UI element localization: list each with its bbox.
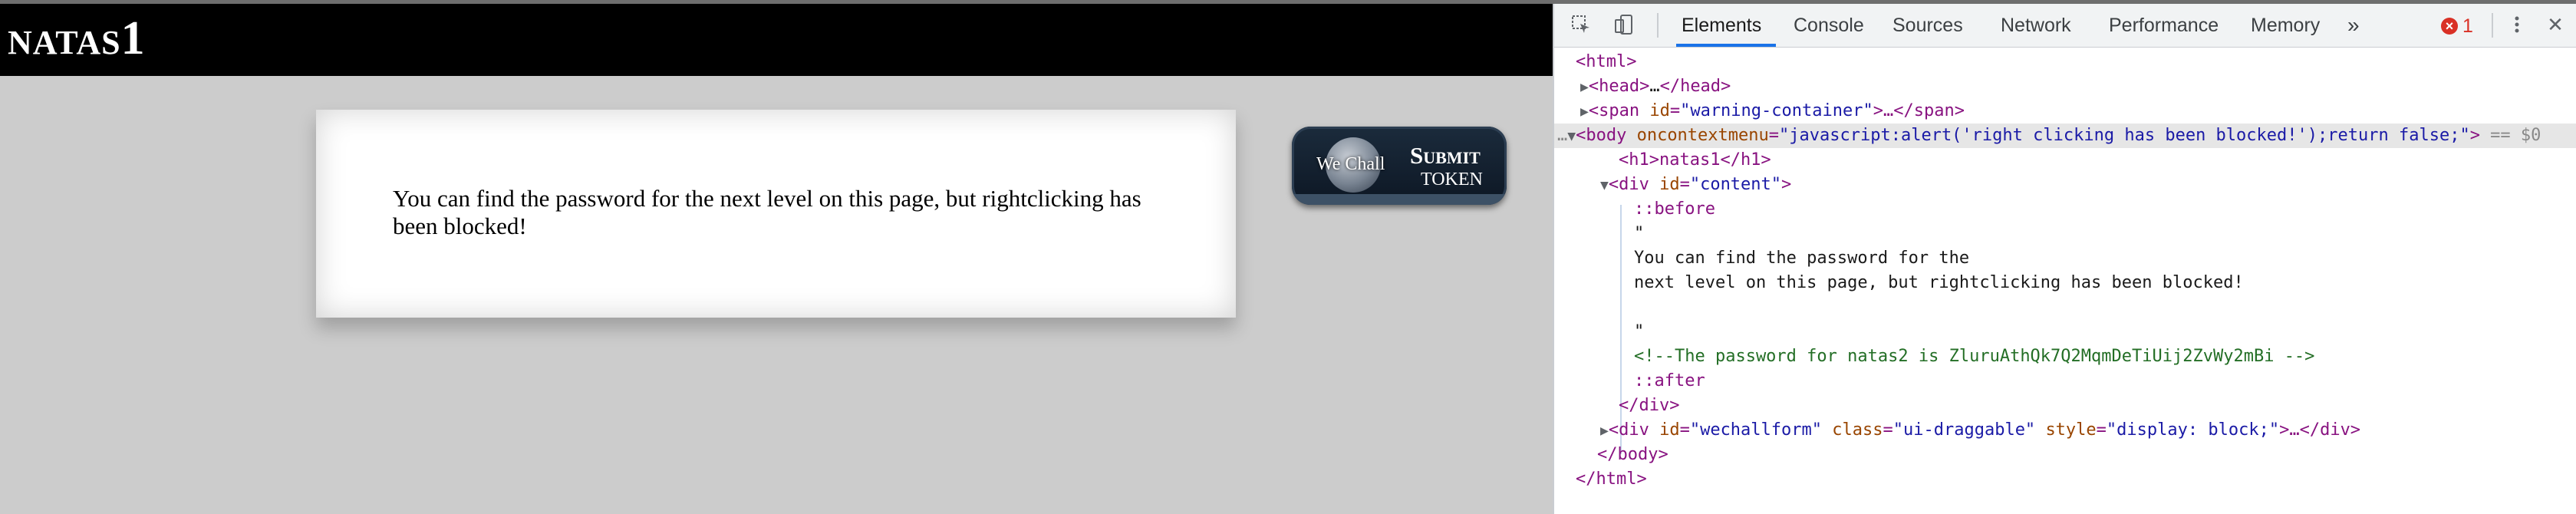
expand-triangle-icon[interactable]: ▶ bbox=[1600, 423, 1609, 439]
top-strip bbox=[0, 0, 2576, 4]
more-options-icon[interactable] bbox=[2505, 13, 2528, 36]
toolbar-divider bbox=[1657, 13, 1659, 38]
token-label: TOKEN bbox=[1421, 170, 1483, 189]
tab-elements[interactable]: Elements bbox=[1678, 4, 1764, 47]
expand-triangle-icon[interactable]: ▶ bbox=[1580, 104, 1589, 120]
dom-text-quote-open[interactable]: " bbox=[1634, 222, 1644, 246]
button-rim bbox=[1292, 194, 1507, 205]
tab-network[interactable]: Network bbox=[1998, 4, 2074, 47]
dom-node-html[interactable]: <html> bbox=[1576, 50, 1636, 74]
collapse-triangle-icon[interactable]: ▼ bbox=[1600, 177, 1609, 193]
dom-pseudo-after[interactable]: ::after bbox=[1634, 369, 1705, 394]
expand-triangle-icon[interactable]: ▶ bbox=[1580, 79, 1589, 95]
dom-text-line-2[interactable]: next level on this page, but rightclicki… bbox=[1634, 271, 2244, 295]
content-text: You can find the password for the next l… bbox=[393, 185, 1141, 239]
tab-sources[interactable]: Sources bbox=[1889, 4, 1966, 47]
dom-comment-password[interactable]: <!--The password for natas2 is ZluruAthQ… bbox=[1634, 344, 2314, 369]
toolbar-divider bbox=[2492, 13, 2493, 38]
dom-node-div-close[interactable]: </div> bbox=[1619, 394, 1679, 418]
devtools-panel: Elements Console Sources Network Perform… bbox=[1553, 0, 2576, 514]
dom-text-line-1[interactable]: You can find the password for the bbox=[1634, 246, 1969, 271]
elements-tree: <html> ▶<head>…</head> ▶<span id="warnin… bbox=[1554, 48, 2576, 514]
wechall-logo-text: We Chall bbox=[1316, 154, 1385, 174]
tab-memory[interactable]: Memory bbox=[2248, 4, 2323, 47]
error-icon[interactable]: × bbox=[2441, 18, 2458, 35]
page-header: NATAS1 bbox=[0, 4, 1553, 76]
content-box: You can find the password for the next l… bbox=[316, 110, 1236, 318]
page-viewport: NATAS1 You can find the password for the… bbox=[0, 0, 1553, 514]
page-title: NATAS1 bbox=[8, 12, 146, 64]
dom-node-wechallform[interactable]: ▶<div id="wechallform" class="ui-draggab… bbox=[1600, 418, 2360, 443]
wechall-submit-token-button[interactable]: We Chall Submit TOKEN bbox=[1292, 127, 1507, 205]
submit-label: Submit bbox=[1410, 142, 1481, 169]
dom-text-quote-close[interactable]: " bbox=[1634, 320, 1644, 344]
close-icon[interactable]: ✕ bbox=[2544, 13, 2567, 36]
more-tabs-button[interactable]: » bbox=[2344, 4, 2363, 47]
collapse-triangle-icon[interactable]: ▼ bbox=[1567, 128, 1576, 144]
dom-node-body[interactable]: …▼<body oncontextmenu="javascript:alert(… bbox=[1557, 124, 2541, 148]
active-tab-indicator bbox=[1676, 44, 1776, 47]
device-toolbar-icon[interactable] bbox=[1612, 13, 1636, 36]
tab-console[interactable]: Console bbox=[1790, 4, 1867, 47]
dom-node-head[interactable]: ▶<head>…</head> bbox=[1580, 74, 1731, 99]
dom-node-html-close[interactable]: </html> bbox=[1576, 467, 1647, 492]
dom-node-warning-container[interactable]: ▶<span id="warning-container">…</span> bbox=[1580, 99, 1965, 124]
error-count[interactable]: 1 bbox=[2462, 15, 2473, 38]
inspect-element-icon[interactable] bbox=[1570, 13, 1593, 36]
tab-performance[interactable]: Performance bbox=[2106, 4, 2222, 47]
devtools-toolbar: Elements Console Sources Network Perform… bbox=[1554, 4, 2576, 48]
dom-node-body-close[interactable]: </body> bbox=[1597, 443, 1668, 467]
dom-node-content-div[interactable]: ▼<div id="content"> bbox=[1600, 173, 1791, 197]
dom-node-h1[interactable]: <h1>natas1</h1> bbox=[1619, 148, 1771, 173]
dom-pseudo-before[interactable]: ::before bbox=[1634, 197, 1715, 222]
